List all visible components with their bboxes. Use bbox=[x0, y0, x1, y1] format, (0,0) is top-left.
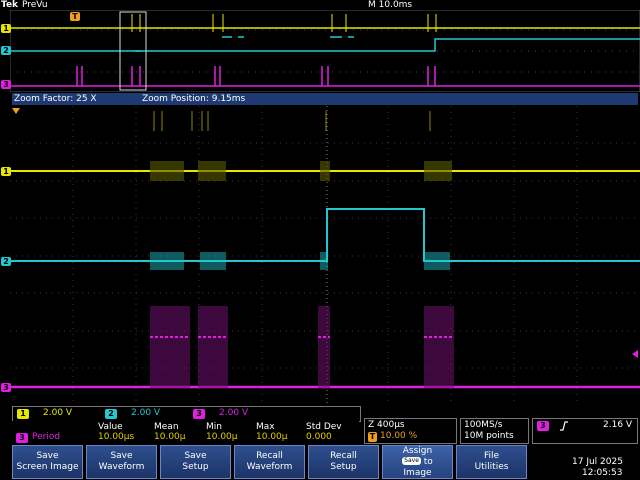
header-max: Max bbox=[256, 422, 275, 432]
measurement-name: Period bbox=[32, 432, 61, 442]
save-waveform-button[interactable]: Save Waveform bbox=[86, 445, 157, 479]
sample-rate: 100MS/s bbox=[464, 420, 503, 430]
overview-ch2-marker[interactable]: 2 bbox=[1, 46, 11, 55]
zoom-position: Zoom Position: 9.15ms bbox=[142, 94, 246, 104]
trigger-readout[interactable]: 3 2.16 V bbox=[532, 418, 638, 444]
ch3-scale[interactable]: 2.00 V bbox=[219, 408, 248, 419]
header-stddev: Std Dev bbox=[306, 422, 342, 432]
ch3-chip[interactable]: 3 bbox=[193, 409, 205, 419]
trigger-position: 10.00 % bbox=[380, 431, 418, 441]
recall-waveform-button[interactable]: Recall Waveform bbox=[234, 445, 305, 479]
trigger-marker-icon: T bbox=[70, 12, 80, 21]
measurement-channel-chip: 3 bbox=[16, 433, 28, 443]
overview-ch1-marker[interactable]: 1 bbox=[1, 24, 11, 33]
header-value: Value bbox=[98, 422, 123, 432]
header-min: Min bbox=[206, 422, 222, 432]
assign-save-button[interactable]: Assign Save to Image bbox=[382, 445, 453, 479]
time-readout: 12:05:53 bbox=[582, 468, 623, 478]
zoom-scale: Z 400µs bbox=[368, 420, 405, 430]
trigger-position-icon bbox=[12, 108, 20, 114]
overview-display[interactable] bbox=[10, 10, 640, 92]
ch2-scale[interactable]: 2.00 V bbox=[131, 408, 160, 419]
value-stddev: 0.000 bbox=[306, 432, 332, 442]
acquisition-readout[interactable]: 100MS/s 10M points bbox=[460, 418, 529, 444]
save-setup-button[interactable]: Save Setup bbox=[160, 445, 231, 479]
zoom-display[interactable] bbox=[10, 106, 640, 404]
value-max: 10.00µ bbox=[256, 432, 288, 442]
save-screen-image-button[interactable]: Save Screen Image bbox=[12, 445, 83, 479]
ch1-chip[interactable]: 1 bbox=[17, 409, 29, 419]
record-length: 10M points bbox=[464, 431, 514, 441]
trigger-pos-icon: T bbox=[368, 432, 377, 442]
ch2-chip[interactable]: 2 bbox=[105, 409, 117, 419]
horizontal-readout[interactable]: Z 400µs T 10.00 % bbox=[364, 418, 457, 444]
save-key-chip: Save bbox=[402, 457, 421, 465]
overview-ch3-marker[interactable]: 3 bbox=[1, 80, 11, 89]
header-mean: Mean bbox=[154, 422, 179, 432]
value-mean: 10.00µ bbox=[154, 432, 186, 442]
trigger-level-icon bbox=[632, 350, 638, 358]
zoom-factor: Zoom Factor: 25 X bbox=[14, 94, 97, 104]
trigger-level: 2.16 V bbox=[603, 420, 633, 430]
date-readout: 17 Jul 2025 bbox=[572, 457, 623, 467]
zoom-info-bar: Zoom Factor: 25 X Zoom Position: 9.15ms bbox=[12, 93, 638, 105]
file-utilities-button[interactable]: File Utilities bbox=[456, 445, 527, 479]
zoom-ch3-marker[interactable]: 3 bbox=[1, 383, 11, 392]
zoom-ch1-marker[interactable]: 1 bbox=[1, 167, 11, 176]
rising-edge-icon bbox=[560, 421, 568, 431]
trigger-channel-chip: 3 bbox=[537, 421, 549, 431]
value-min: 10.00µ bbox=[206, 432, 238, 442]
recall-setup-button[interactable]: Recall Setup bbox=[308, 445, 379, 479]
channel-scales: 1 2.00 V 2 2.00 V 3 2.00 V bbox=[12, 406, 361, 422]
value-value: 10.00µs bbox=[98, 432, 135, 442]
ch1-scale[interactable]: 2.00 V bbox=[43, 408, 72, 419]
measurement-table[interactable]: 3 Period Value Mean Min Max Std Dev 10.0… bbox=[12, 421, 359, 443]
zoom-ch2-marker[interactable]: 2 bbox=[1, 257, 11, 266]
